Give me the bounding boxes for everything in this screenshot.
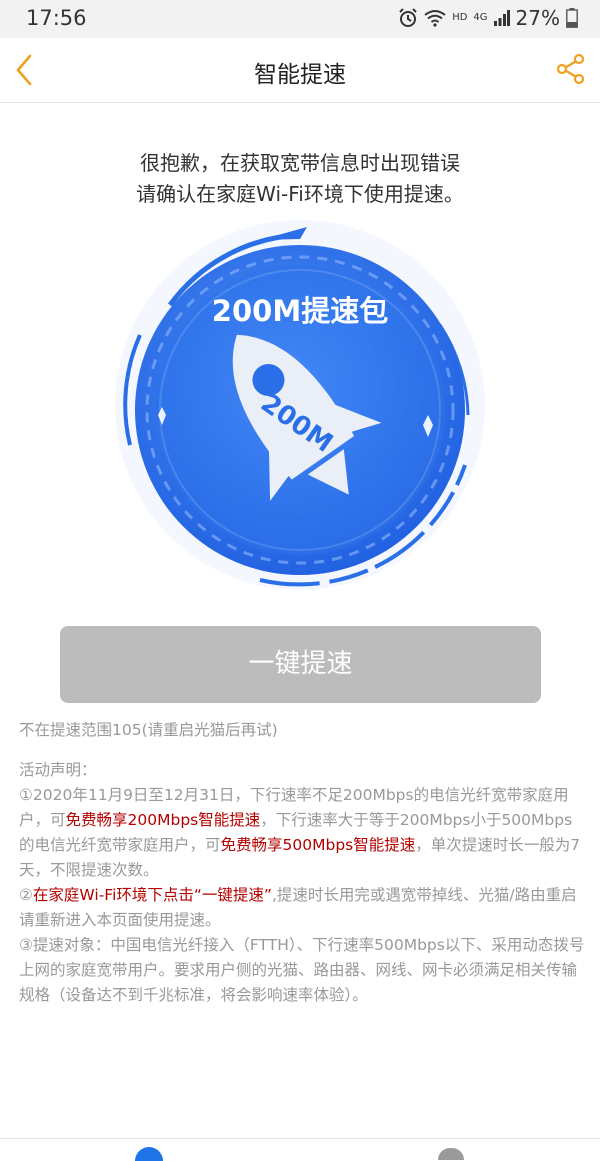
notice-2-highlight: 在家庭Wi-Fi环境下点击“一键提速” [32,886,272,904]
notice-item-2: ②在家庭Wi-Fi环境下点击“一键提速”,提速时长用完或遇宽带掉线、光猫/路由重… [19,883,585,933]
network-indicator: 4G [473,12,488,23]
status-bar: 17:56 HD 4G 27% [0,0,600,38]
bottom-tab-home-icon[interactable] [135,1147,163,1161]
package-label: 200M提速包 [212,294,388,328]
page-title: 智能提速 [254,62,346,88]
notice-item-3: ③提速对象：中国电信光纤接入（FTTH）、下行速率500Mbps以下、采用动态拨… [19,936,585,1004]
error-line-2: 请确认在家庭Wi-Fi环境下使用提速。 [136,182,464,206]
status-icons: HD 4G 27% [398,6,578,30]
status-time: 17:56 [26,6,87,30]
signal-icon [493,10,510,26]
speed-range-hint: 不在提速范围105(请重启光猫后再试) [19,721,278,739]
share-button[interactable] [554,52,588,86]
one-click-boost-button[interactable]: 一键提速 [60,626,541,703]
activity-notice: 活动声明： ①2020年11月9日至12月31日，下行速率不足200Mbps的电… [19,758,585,1008]
battery-icon [566,8,578,28]
wifi-icon [424,10,446,27]
error-line-1: 很抱歉，在获取宽带信息时出现错误 [140,151,460,175]
notice-1-highlight-a: 免费畅享200Mbps智能提速 [65,811,261,829]
speed-circle-graphic: 200M提速包 200M [115,220,485,590]
bottom-divider [0,1138,600,1139]
speed-package-hero: 200M提速包 200M [110,215,490,595]
battery-percent: 27% [515,6,560,30]
notice-1-highlight-b: 免费畅享500Mbps智能提速 [220,836,416,854]
alarm-icon [399,8,417,27]
hd-indicator: HD [452,12,468,23]
nav-bar: 智能提速 [0,38,600,103]
share-icon [556,53,585,85]
error-message: 很抱歉，在获取宽带信息时出现错误 请确认在家庭Wi-Fi环境下使用提速。 [0,148,600,210]
notice-item-1: ①2020年11月9日至12月31日，下行速率不足200Mbps的电信光纤宽带家… [19,783,585,883]
bottom-tab-profile-icon[interactable] [438,1148,464,1160]
notice-heading: 活动声明： [19,761,97,779]
notice-2-number: ② [19,886,33,904]
